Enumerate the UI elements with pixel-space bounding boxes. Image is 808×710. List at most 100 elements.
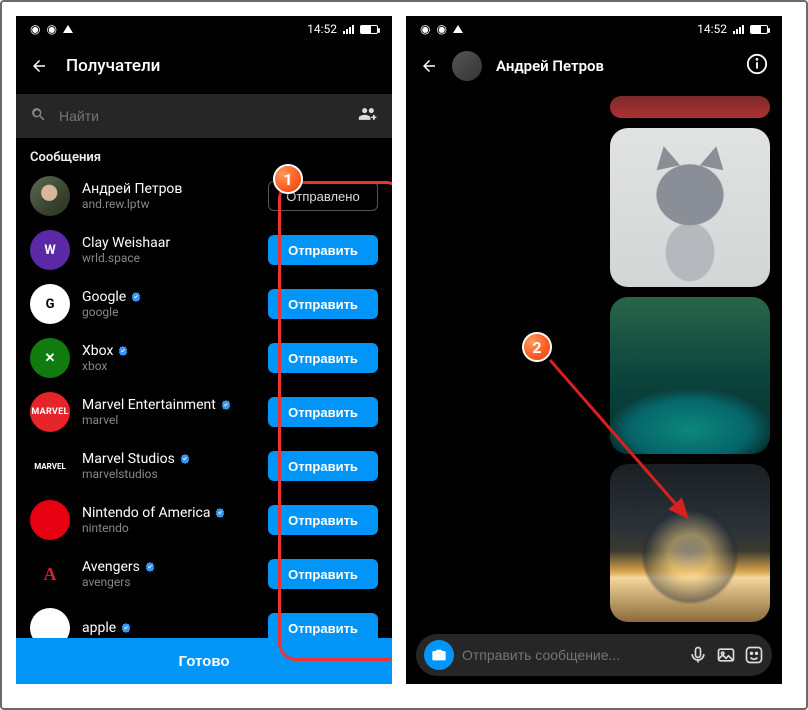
send-button[interactable]: Отправить [268, 451, 378, 481]
contact-avatar [30, 500, 70, 540]
contact-row[interactable]: Nintendo of Americanintendo Отправить [16, 493, 392, 547]
status-time: 14:52 [697, 22, 727, 36]
play-icon [453, 25, 463, 33]
contact-names: Marvel Studiosmarvelstudios [82, 451, 256, 481]
message-image[interactable] [610, 96, 770, 118]
contact-names: Xboxxbox [82, 343, 256, 373]
signal-icon [343, 25, 354, 34]
info-icon[interactable] [746, 53, 768, 79]
contact-name: Clay Weishaar [82, 235, 170, 251]
annotation-arrow [532, 342, 712, 542]
viber-icon: ◉ [30, 22, 40, 36]
contact-handle: nintendo [82, 521, 256, 535]
contact-handle: wrld.space [82, 251, 256, 265]
message-image-cat[interactable] [610, 128, 770, 287]
marker-label: 1 [283, 170, 292, 189]
status-bar: ◉ ◉ 14:52 [406, 16, 782, 42]
contact-names: Nintendo of Americanintendo [82, 505, 256, 535]
contact-avatar [30, 176, 70, 216]
send-button[interactable]: Отправить [268, 343, 378, 373]
verified-badge-icon [120, 622, 132, 634]
contact-name: Андрей Петров [82, 181, 182, 197]
contact-avatar: ✕ [30, 338, 70, 378]
contact-avatar: A [30, 554, 70, 594]
verified-badge-icon [179, 453, 191, 465]
recipients-header: Получатели [16, 42, 392, 90]
contact-avatar: MARVEL [30, 392, 70, 432]
phone-left: ◉ ◉ 14:52 Получатели С [16, 16, 392, 684]
viber-icon: ◉ [420, 22, 430, 36]
search-row [16, 94, 392, 138]
search-icon [30, 106, 47, 127]
contact-name: Avengers [82, 559, 140, 575]
contact-handle: xbox [82, 359, 256, 373]
message-composer [416, 634, 772, 676]
viber-icon: ◉ [436, 22, 446, 36]
signal-icon [733, 25, 744, 34]
verified-badge-icon [130, 291, 142, 303]
contact-handle: marvel [82, 413, 256, 427]
chat-user-avatar[interactable] [452, 51, 482, 81]
contact-names: Avengersavengers [82, 559, 256, 589]
send-button[interactable]: Отправить [268, 289, 378, 319]
section-label: Сообщения [16, 142, 392, 169]
viber-icon: ◉ [46, 22, 56, 36]
status-left: ◉ ◉ [30, 22, 73, 36]
verified-badge-icon [144, 561, 156, 573]
contact-avatar: G [30, 284, 70, 324]
verified-badge-icon [117, 345, 129, 357]
status-right: 14:52 [697, 22, 768, 36]
contact-avatar: MARVEL [30, 446, 70, 486]
contact-row[interactable]: MARVEL Marvel Entertainmentmarvel Отправит… [16, 385, 392, 439]
contacts-list: Андрей Петровand.rew.lptwОтправлено W Clay… [16, 169, 392, 684]
contact-handle: avengers [82, 575, 256, 589]
send-button[interactable]: Отправить [268, 235, 378, 265]
contact-name: Nintendo of America [82, 505, 210, 521]
battery-icon [750, 25, 768, 34]
contact-names: Андрей Петровand.rew.lptw [82, 181, 256, 211]
send-button[interactable]: Отправить [268, 505, 378, 535]
contact-names: Marvel Entertainmentmarvel [82, 397, 256, 427]
sticker-icon[interactable] [744, 645, 764, 665]
chat-header: Андрей Петров [406, 42, 782, 90]
contact-name: Google [82, 289, 126, 305]
contact-handle: google [82, 305, 256, 319]
chat-user-name[interactable]: Андрей Петров [496, 57, 732, 75]
search-input[interactable] [59, 108, 346, 124]
status-left: ◉ ◉ [420, 22, 463, 36]
contact-name: Xbox [82, 343, 113, 359]
contact-row[interactable]: Андрей Петровand.rew.lptwОтправлено [16, 169, 392, 223]
contact-handle: marvelstudios [82, 467, 256, 481]
status-right: 14:52 [307, 22, 378, 36]
message-input[interactable] [462, 647, 680, 663]
camera-button[interactable] [424, 640, 454, 670]
marker-label: 2 [532, 338, 541, 357]
mic-icon[interactable] [688, 645, 708, 665]
contact-name: apple [82, 620, 116, 636]
send-button[interactable]: Отправить [268, 559, 378, 589]
annotation-marker-1: 1 [273, 164, 303, 194]
play-icon [63, 25, 73, 33]
contact-row[interactable]: G Googlegoogle Отправить [16, 277, 392, 331]
page-title: Получатели [66, 56, 160, 76]
status-bar: ◉ ◉ 14:52 [16, 16, 392, 42]
contact-row[interactable]: W Clay Weishaarwrld.space Отправить [16, 223, 392, 277]
contact-names: apple [82, 620, 256, 636]
contact-row[interactable]: A Avengersavengers Отправить [16, 547, 392, 601]
back-arrow-icon[interactable] [420, 57, 438, 75]
contact-name: Marvel Studios [82, 451, 175, 467]
contact-row[interactable]: MARVEL Marvel Studiosmarvelstudios Отправи… [16, 439, 392, 493]
back-arrow-icon[interactable] [30, 57, 48, 75]
screenshot-container: ◉ ◉ 14:52 Получатели С [0, 0, 808, 710]
gallery-icon[interactable] [716, 645, 736, 665]
contact-avatar: W [30, 230, 70, 270]
contact-row[interactable]: ✕ Xboxxbox Отправить [16, 331, 392, 385]
contact-handle: and.rew.lptw [82, 197, 256, 211]
contact-name: Marvel Entertainment [82, 397, 216, 413]
add-group-icon[interactable] [358, 104, 378, 128]
send-button[interactable]: Отправить [268, 397, 378, 427]
status-time: 14:52 [307, 22, 337, 36]
annotation-marker-2: 2 [522, 332, 552, 362]
done-button[interactable]: Готово [16, 638, 392, 684]
verified-badge-icon [214, 507, 226, 519]
